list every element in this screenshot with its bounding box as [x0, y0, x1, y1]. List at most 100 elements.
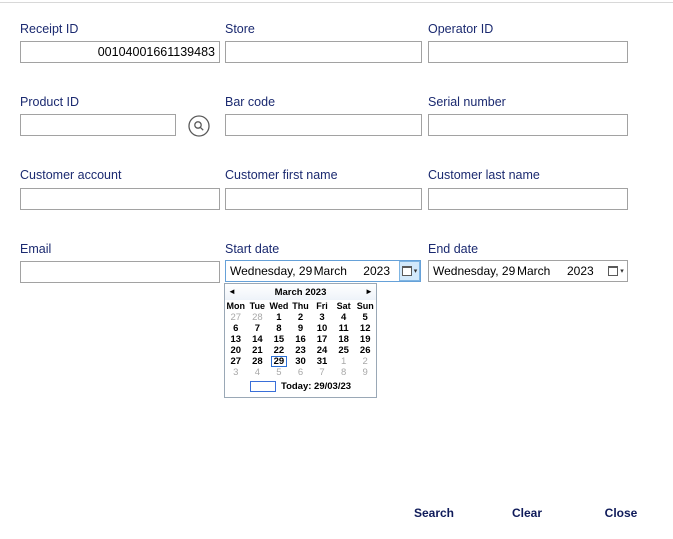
chevron-down-icon: ▾: [413, 267, 418, 275]
calendar-day[interactable]: 3: [225, 367, 247, 378]
calendar-day[interactable]: 1: [333, 356, 355, 367]
calendar-day[interactable]: 4: [247, 367, 269, 378]
product-id-input[interactable]: [20, 114, 176, 136]
search-button[interactable]: Search: [403, 504, 465, 521]
receipt-id-label: Receipt ID: [20, 22, 79, 36]
customer-first-name-input[interactable]: [225, 188, 422, 210]
calendar-icon: [608, 266, 619, 276]
calendar-day[interactable]: 12: [354, 323, 376, 334]
calendar-header: ◄ March 2023 ►: [225, 284, 376, 300]
end-date-dropdown-button[interactable]: ▾: [605, 261, 627, 281]
calendar-day[interactable]: 3: [311, 312, 333, 323]
calendar-day[interactable]: 24: [311, 345, 333, 356]
start-date-day[interactable]: Wednesday, 29: [226, 264, 314, 278]
product-id-label: Product ID: [20, 95, 80, 109]
calendar-day-of-week: Sat: [336, 301, 351, 311]
end-date-day[interactable]: Wednesday, 29: [429, 264, 517, 278]
end-date-label: End date: [428, 242, 479, 256]
end-date-year[interactable]: 2023: [567, 264, 603, 278]
calendar-day[interactable]: 2: [290, 312, 312, 323]
product-lookup-button[interactable]: [188, 115, 210, 137]
calendar-day[interactable]: 10: [311, 323, 333, 334]
calendar-popup: ◄ March 2023 ► Mon Tue Wed Thu Fri Sat Sun 27 2…: [224, 283, 377, 398]
start-date-dropdown-button[interactable]: ▾: [399, 261, 421, 281]
calendar-icon: [401, 266, 412, 276]
today-box-icon: [249, 381, 276, 392]
calendar-day[interactable]: 20: [225, 345, 247, 356]
calendar-day[interactable]: 15: [268, 334, 290, 345]
calendar-day-of-week: Tue: [249, 301, 266, 311]
customer-last-name-input[interactable]: [428, 188, 628, 210]
calendar-day[interactable]: 27: [225, 356, 247, 367]
calendar-day[interactable]: 18: [333, 334, 355, 345]
start-date-month[interactable]: March: [314, 264, 364, 278]
calendar-day[interactable]: 26: [354, 345, 376, 356]
end-date-month[interactable]: March: [517, 264, 567, 278]
calendar-day[interactable]: 6: [290, 367, 312, 378]
calendar-day[interactable]: 1: [268, 312, 290, 323]
store-label: Store: [225, 22, 255, 36]
operator-id-label: Operator ID: [428, 22, 494, 36]
top-divider: [0, 2, 673, 3]
calendar-day[interactable]: 23: [290, 345, 312, 356]
calendar-day[interactable]: 28: [247, 356, 269, 367]
calendar-month-title: March 2023: [274, 286, 327, 298]
operator-id-input[interactable]: [428, 41, 628, 63]
start-date-picker[interactable]: Wednesday, 29 March 2023 ▾: [225, 260, 421, 282]
calendar-day-of-week: Sun: [356, 301, 374, 311]
chevron-down-icon: ▾: [620, 267, 624, 275]
calendar-day[interactable]: 4: [333, 312, 355, 323]
calendar-day[interactable]: 7: [311, 367, 333, 378]
start-date-label: Start date: [225, 242, 280, 256]
calendar-day-of-week: Thu: [292, 301, 309, 311]
store-input[interactable]: [225, 41, 422, 63]
calendar-day[interactable]: 31: [311, 356, 333, 367]
customer-last-name-label: Customer last name: [428, 168, 540, 182]
close-button[interactable]: Close: [590, 504, 652, 521]
calendar-day[interactable]: 11: [333, 323, 355, 334]
next-month-icon[interactable]: ►: [362, 284, 376, 300]
customer-account-input[interactable]: [20, 188, 220, 210]
start-date-year[interactable]: 2023: [363, 264, 399, 278]
today-label[interactable]: Today: 29/03/23: [281, 381, 351, 392]
search-form: Receipt ID Store Operator ID Product ID …: [0, 0, 673, 539]
calendar-day[interactable]: 22: [268, 345, 290, 356]
calendar-day[interactable]: 2: [354, 356, 376, 367]
calendar-day[interactable]: 9: [354, 367, 376, 378]
customer-account-label: Customer account: [20, 168, 122, 182]
serial-number-label: Serial number: [428, 95, 506, 109]
calendar-day[interactable]: 8: [333, 367, 355, 378]
calendar-day-of-week: Mon: [226, 301, 246, 311]
calendar-day[interactable]: 27: [225, 312, 247, 323]
customer-first-name-label: Customer first name: [225, 168, 338, 182]
calendar-day[interactable]: 30: [290, 356, 312, 367]
calendar-day[interactable]: 16: [290, 334, 312, 345]
calendar-day[interactable]: 9: [290, 323, 312, 334]
email-input[interactable]: [20, 261, 220, 283]
calendar-day[interactable]: 28: [247, 312, 269, 323]
receipt-id-input[interactable]: [20, 41, 220, 63]
bar-code-label: Bar code: [225, 95, 276, 109]
calendar-day[interactable]: 13: [225, 334, 247, 345]
calendar-day[interactable]: 5: [354, 312, 376, 323]
calendar-day[interactable]: 14: [247, 334, 269, 345]
calendar-grid: 27 28 1 2 3 4 5 6 7 8 9 10 11 12 13 14 15 16 17 18 19 20 21 22 2…: [225, 312, 376, 378]
calendar-day[interactable]: 25: [333, 345, 355, 356]
calendar-day[interactable]: 21: [247, 345, 269, 356]
clear-button[interactable]: Clear: [496, 504, 558, 521]
calendar-day-header-row: Mon Tue Wed Thu Fri Sat Sun: [225, 300, 376, 312]
calendar-day-of-week: Wed: [269, 301, 289, 311]
calendar-day[interactable]: 29: [268, 356, 290, 367]
magnifier-icon: [188, 115, 210, 140]
calendar-day[interactable]: 19: [354, 334, 376, 345]
previous-month-icon[interactable]: ◄: [225, 284, 239, 300]
calendar-day[interactable]: 7: [247, 323, 269, 334]
bar-code-input[interactable]: [225, 114, 422, 136]
calendar-footer[interactable]: Today: 29/03/23: [225, 379, 376, 394]
calendar-day[interactable]: 8: [268, 323, 290, 334]
end-date-picker[interactable]: Wednesday, 29 March 2023 ▾: [428, 260, 628, 282]
serial-number-input[interactable]: [428, 114, 628, 136]
calendar-day[interactable]: 17: [311, 334, 333, 345]
calendar-day[interactable]: 6: [225, 323, 247, 334]
calendar-day[interactable]: 5: [268, 367, 290, 378]
